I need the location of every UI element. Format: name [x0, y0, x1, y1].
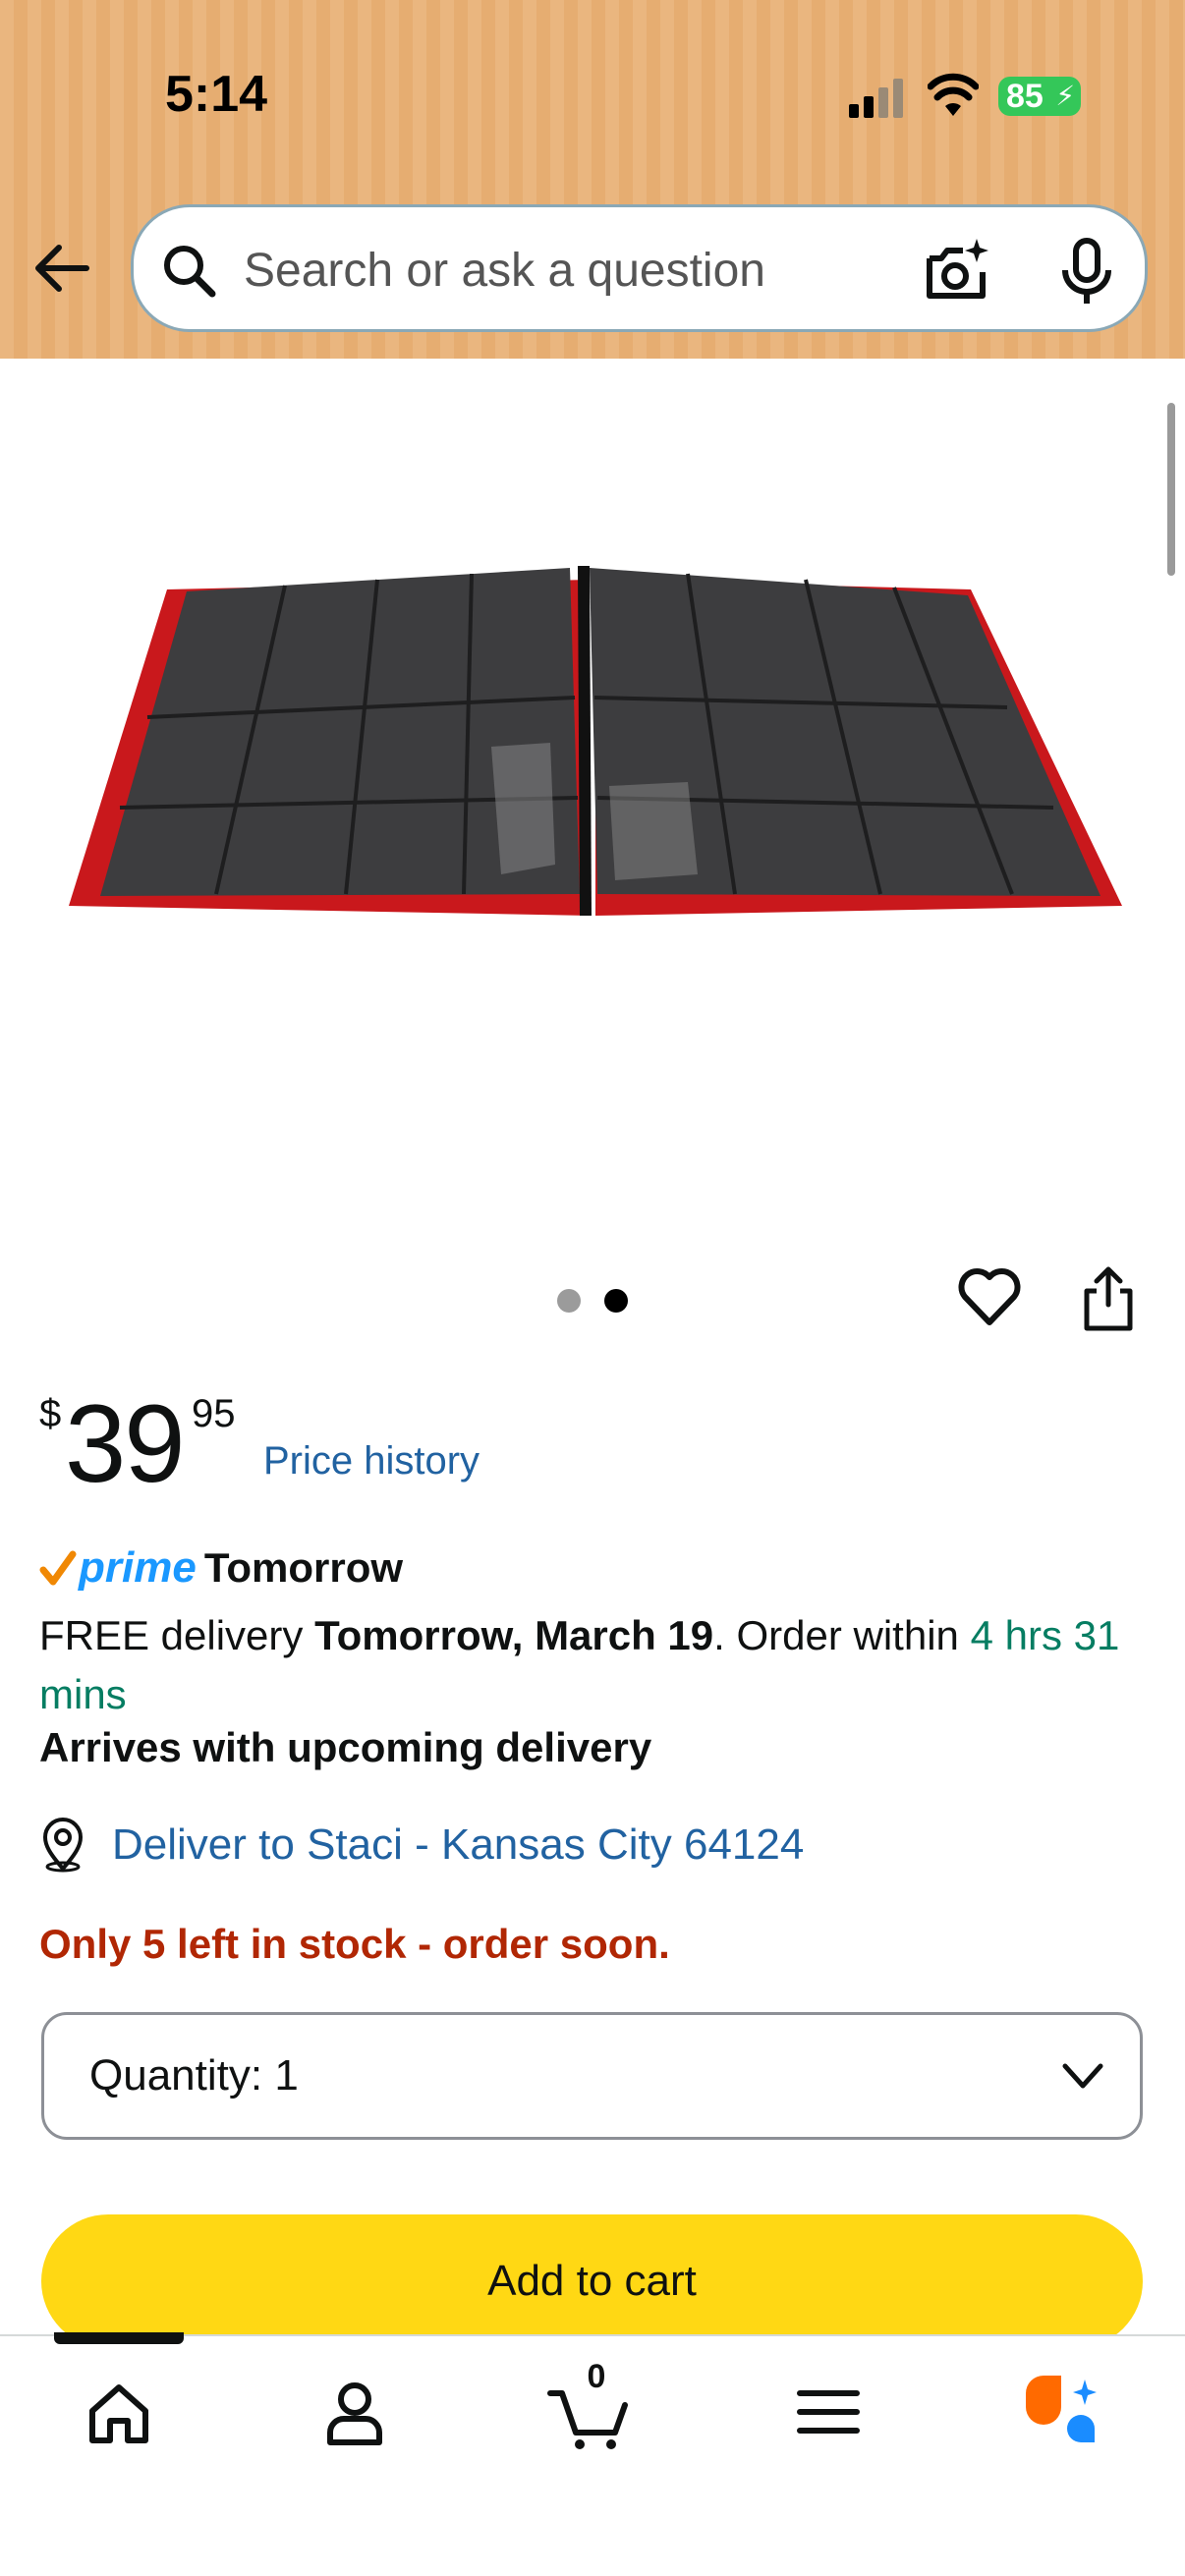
header: 5:14 85 ⚡	[0, 0, 1185, 359]
add-to-cart-button[interactable]: Add to cart	[41, 2214, 1143, 2348]
arrives-note: Arrives with upcoming delivery	[39, 1724, 652, 1770]
carousel-dot-1[interactable]	[557, 1289, 581, 1313]
search-input[interactable]	[244, 239, 873, 302]
carousel-dot-2-active[interactable]	[604, 1289, 628, 1313]
camera-search-icon[interactable]	[922, 237, 990, 306]
status-time: 5:14	[165, 66, 268, 123]
search-icon	[164, 246, 216, 298]
price-history-link[interactable]: Price history	[263, 1439, 480, 1484]
heart-icon[interactable]	[957, 1267, 1022, 1328]
battery-indicator: 85 ⚡	[998, 77, 1081, 116]
search-bar[interactable]	[131, 204, 1148, 332]
scrollbar[interactable]	[1167, 403, 1175, 576]
chevron-down-icon	[1062, 2063, 1103, 2089]
quantity-label: Quantity: 1	[89, 2051, 299, 2100]
prime-check-icon	[39, 1550, 77, 1586]
location-pin-icon	[42, 1818, 84, 1873]
order-within-prefix: . Order within	[713, 1612, 971, 1658]
price-currency: $	[39, 1392, 62, 1435]
cart-count: 0	[587, 2358, 606, 2395]
nav-active-indicator	[54, 2332, 184, 2344]
prime-label: prime	[79, 1543, 197, 1592]
microphone-icon[interactable]	[1057, 237, 1116, 308]
back-arrow-icon[interactable]	[29, 234, 98, 303]
quantity-value: 1	[274, 2051, 299, 2100]
product-image[interactable]	[59, 550, 1126, 924]
prime-badge: prime Tomorrow	[39, 1540, 403, 1596]
price-whole: 39	[65, 1382, 186, 1505]
location-text[interactable]: Deliver to Staci - Kansas City 64124	[112, 1820, 804, 1870]
prime-speed: Tomorrow	[203, 1544, 404, 1591]
cellular-signal-icon	[849, 79, 903, 118]
battery-level: 85	[1006, 78, 1044, 115]
delivery-date: Tomorrow, March 19	[314, 1612, 714, 1658]
delivery-message: FREE delivery Tomorrow, March 19. Order …	[39, 1606, 1150, 1724]
stock-message: Only 5 left in stock - order soon.	[39, 1921, 670, 1967]
price-fraction: 95	[192, 1392, 236, 1435]
share-icon[interactable]	[1081, 1265, 1136, 1332]
rufus-assistant-icon[interactable]	[1018, 2368, 1106, 2456]
account-icon[interactable]	[310, 2368, 399, 2456]
menu-icon[interactable]	[784, 2368, 873, 2456]
home-icon[interactable]	[75, 2368, 163, 2456]
deliver-to-location[interactable]: Deliver to Staci - Kansas City 64124	[39, 1818, 804, 1873]
quantity-select[interactable]: Quantity: 1	[41, 2012, 1143, 2140]
charging-bolt-icon: ⚡	[1055, 81, 1075, 111]
free-delivery-prefix: FREE delivery	[39, 1612, 315, 1658]
wifi-icon	[928, 73, 979, 116]
